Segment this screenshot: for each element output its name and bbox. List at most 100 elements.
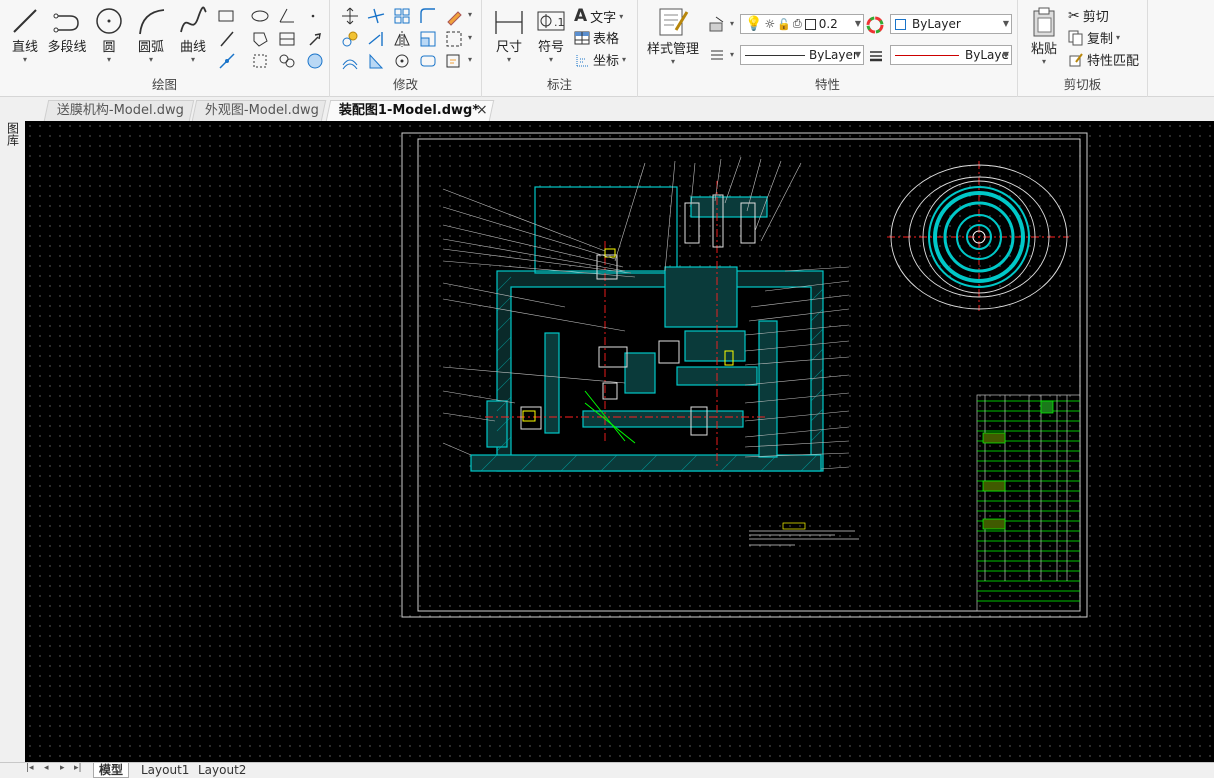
- text-label: 文字: [590, 10, 617, 26]
- style-manager-button[interactable]: 样式管理 ▾: [644, 6, 702, 66]
- match-layer-icon[interactable]: [708, 45, 728, 65]
- match-properties-icon: [1069, 52, 1083, 66]
- match-layer-dropdown[interactable]: ▾: [730, 50, 734, 59]
- linetype-combo-arrow: ▼: [854, 50, 861, 59]
- left-tool-strip: 图库: [0, 97, 25, 762]
- nav-first-icon[interactable]: |◂: [26, 763, 34, 773]
- symbol-icon: .1: [537, 11, 565, 31]
- properties-group: 样式管理 ▾ ▾ 💡 ☼ 🔓 ⎙ 0.2 ▼ ByLayer ▼ ▾ ByLay…: [638, 0, 1018, 97]
- tab-songmo[interactable]: 送膜机构-Model.dwg: [43, 100, 195, 121]
- trim-icon[interactable]: [366, 6, 386, 26]
- properties-icon[interactable]: [444, 51, 464, 71]
- paste-icon: [1033, 7, 1055, 37]
- tab-close-icon[interactable]: ×: [476, 102, 488, 118]
- erase-icon[interactable]: [444, 6, 464, 26]
- tab-zhuangpei[interactable]: 装配图1-Model.dwg*: [325, 100, 495, 121]
- document-tabs: 送膜机构-Model.dwg 外观图-Model.dwg 装配图1-Model.…: [0, 97, 1214, 121]
- coordinate-icon: [576, 54, 588, 66]
- drawing-canvas[interactable]: [25, 121, 1214, 762]
- break-icon[interactable]: [418, 51, 438, 71]
- layer-state-dropdown[interactable]: ▾: [730, 19, 734, 28]
- annotate-group-label: 标注: [546, 77, 572, 92]
- text-icon: A: [574, 6, 588, 26]
- hatch-icon[interactable]: [305, 51, 325, 71]
- lock-icon: 🔓: [777, 17, 791, 31]
- point-icon[interactable]: [305, 6, 325, 26]
- copy-button[interactable]: 复制 ▾: [1068, 28, 1120, 47]
- style-manager-label: 样式管理: [646, 42, 699, 57]
- polyline-label: 多段线: [47, 40, 87, 55]
- match-properties-button[interactable]: 特性匹配: [1068, 50, 1139, 69]
- modify-group-label: 修改: [392, 77, 418, 92]
- circle-button[interactable]: 圆 ▾: [92, 6, 126, 64]
- revision-cloud-icon[interactable]: [277, 51, 297, 71]
- ribbon: 直线 ▾ 多段线 圆 ▾ 圆弧 ▾ 曲线 ▾ 绘图 ▾ ▾ ▾ 修改 尺寸 ▾ …: [0, 0, 1214, 97]
- ellipse-icon[interactable]: [250, 6, 270, 26]
- dimension-icon: [495, 11, 523, 34]
- layer-lineweight-value: 0.2: [818, 17, 838, 31]
- draw-group-label: 绘图: [151, 77, 177, 92]
- table-draw-icon[interactable]: [277, 29, 297, 49]
- line-button[interactable]: 直线 ▾: [6, 6, 44, 64]
- lineweight-icon[interactable]: [867, 46, 887, 66]
- linetype-value: ByLayer: [809, 48, 858, 62]
- mirror-icon[interactable]: [392, 29, 412, 49]
- spline-button[interactable]: 曲线 ▾: [174, 6, 212, 64]
- style-manager-icon: [659, 8, 689, 36]
- fillet-icon[interactable]: [418, 6, 438, 26]
- symbol-button[interactable]: .1 符号 ▾: [532, 6, 570, 64]
- spline-label: 曲线: [179, 40, 206, 55]
- lineweight-combo[interactable]: ByLaye ▼: [890, 45, 1012, 65]
- nav-next-icon[interactable]: ▸: [60, 763, 65, 773]
- explode-dropdown[interactable]: ▾: [468, 33, 472, 42]
- linetype-combo[interactable]: ByLayer ▼: [740, 45, 864, 65]
- table-button[interactable]: 表格: [574, 28, 619, 47]
- lineweight-combo-arrow: ▼: [1002, 50, 1009, 59]
- polyline-button[interactable]: 多段线: [46, 6, 88, 55]
- paste-button[interactable]: 粘贴 ▾: [1026, 6, 1062, 66]
- color-wheel-icon[interactable]: [866, 15, 886, 35]
- angle-dimension-icon[interactable]: [277, 6, 297, 26]
- color-combo-arrow: ▼: [1002, 19, 1009, 28]
- extend-icon[interactable]: [366, 29, 386, 49]
- tab-layout1[interactable]: Layout1: [141, 763, 189, 778]
- stretch-icon[interactable]: [366, 51, 386, 71]
- nav-prev-icon[interactable]: ◂: [44, 763, 49, 773]
- cut-label: 剪切: [1082, 10, 1109, 25]
- svg-text:.1: .1: [554, 16, 565, 29]
- layer-combo-arrow: ▼: [854, 19, 861, 28]
- paste-label: 粘贴: [1030, 42, 1057, 57]
- arc-button[interactable]: 圆弧 ▾: [132, 6, 170, 64]
- layer-combo[interactable]: 💡 ☼ 🔓 ⎙ 0.2 ▼: [740, 14, 864, 34]
- copy-icon: [1068, 30, 1083, 45]
- circle-icon: [96, 8, 122, 34]
- erase-dropdown[interactable]: ▾: [468, 10, 472, 19]
- region-icon[interactable]: [250, 29, 270, 49]
- color-combo[interactable]: ByLayer ▼: [890, 14, 1012, 34]
- array-icon[interactable]: [392, 6, 412, 26]
- xline-icon[interactable]: [217, 29, 237, 49]
- move-icon[interactable]: [340, 6, 360, 26]
- properties-dropdown[interactable]: ▾: [468, 55, 472, 64]
- construction-line-icon[interactable]: [217, 51, 237, 71]
- printer-icon: ⎙: [792, 17, 802, 30]
- cut-button[interactable]: ✂ 剪切: [1068, 6, 1109, 26]
- nav-last-icon[interactable]: ▸|: [74, 763, 82, 773]
- scale-icon[interactable]: [418, 29, 438, 49]
- layer-state-icon[interactable]: [708, 14, 728, 34]
- polyline-icon: [53, 13, 79, 33]
- text-button[interactable]: A 文字 ▾: [574, 6, 623, 26]
- rotate-icon[interactable]: [392, 51, 412, 71]
- rectangle-icon[interactable]: [217, 6, 237, 26]
- pointer-icon[interactable]: [305, 29, 325, 49]
- copy-object-icon[interactable]: [340, 29, 360, 49]
- offset-icon[interactable]: [340, 51, 360, 71]
- tab-model[interactable]: 模型: [93, 763, 130, 778]
- wipeout-icon[interactable]: [250, 51, 270, 71]
- dimension-button[interactable]: 尺寸 ▾: [490, 6, 528, 64]
- copy-label: 复制: [1087, 32, 1114, 47]
- tab-waiguan[interactable]: 外观图-Model.dwg: [191, 100, 327, 121]
- tab-layout2[interactable]: Layout2: [198, 763, 246, 778]
- coordinate-button[interactable]: 坐标 ▾: [574, 50, 626, 69]
- explode-icon[interactable]: [444, 29, 464, 49]
